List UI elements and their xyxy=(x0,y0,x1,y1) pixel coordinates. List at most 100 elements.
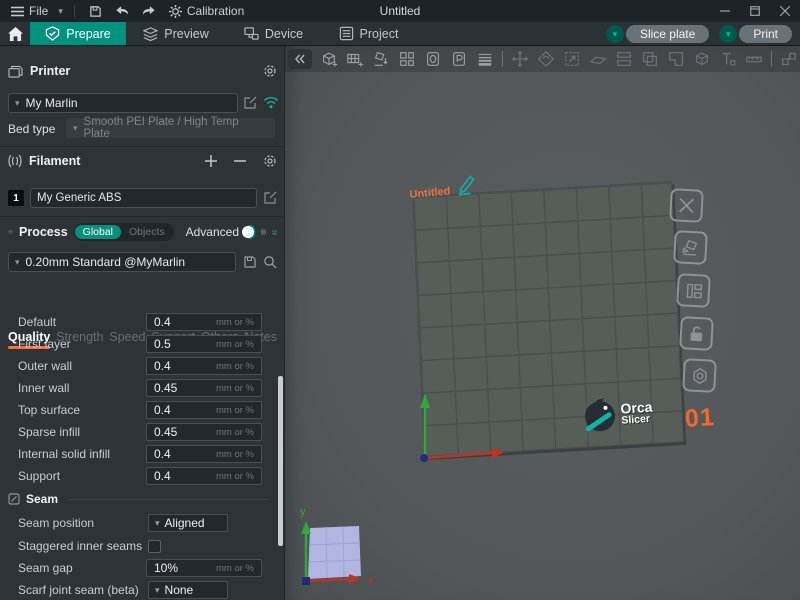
plate-settings-button[interactable] xyxy=(682,358,717,393)
save-preset-icon[interactable] xyxy=(243,255,257,269)
add-filament-icon[interactable] xyxy=(205,155,217,167)
printer-settings-gear-icon[interactable] xyxy=(263,64,277,78)
parameter-table-icon[interactable] xyxy=(261,225,266,239)
print-combo: ▾ Print xyxy=(719,25,792,43)
main-tabbar: Prepare Preview Device Project ▾ Slice p… xyxy=(0,22,800,46)
scarf-seam-select[interactable]: ▾None xyxy=(148,581,228,599)
scope-global-button[interactable]: Global xyxy=(75,225,121,239)
bed-type-select[interactable]: ▾Smooth PEI Plate / High Temp Plate xyxy=(66,118,275,138)
calibration-label: Calibration xyxy=(187,4,244,18)
param-label: Outer wall xyxy=(18,359,146,373)
file-menu[interactable]: File xyxy=(8,2,51,20)
seam-gap-input[interactable]: 10%mm or % xyxy=(146,559,262,577)
param-input[interactable]: 0.45mm or % xyxy=(146,379,262,397)
slice-plate-button[interactable]: Slice plate xyxy=(626,25,709,43)
mesh-boolean-icon[interactable] xyxy=(641,50,659,68)
close-button[interactable] xyxy=(770,0,800,22)
file-menu-chevron-icon[interactable]: ▾ xyxy=(58,6,63,17)
edit-printer-icon[interactable] xyxy=(243,96,257,110)
param-input[interactable]: 0.5mm or % xyxy=(146,335,262,353)
minimize-button[interactable] xyxy=(710,0,740,22)
printer-preset-select[interactable]: ▾My Marlin xyxy=(8,93,238,113)
filament-slot-badge[interactable]: 1 xyxy=(8,190,24,206)
tab-preview[interactable]: Preview xyxy=(126,22,226,45)
sidebar-scrollbar[interactable] xyxy=(278,376,283,546)
assembly-view-icon[interactable] xyxy=(780,50,798,68)
add-plate-icon[interactable] xyxy=(346,50,364,68)
titlebar: File ▾ Calibration Untitled xyxy=(0,0,800,22)
text-tool-icon[interactable] xyxy=(719,50,737,68)
scarf-seam-row: Scarf joint seam (beta) ▾None xyxy=(0,580,285,600)
param-input[interactable]: 0.45mm or % xyxy=(146,423,262,441)
advanced-toggle[interactable] xyxy=(245,225,255,239)
plate-axes xyxy=(405,392,505,467)
tab-device[interactable]: Device xyxy=(226,22,321,45)
variable-layer-height-icon[interactable] xyxy=(476,50,494,68)
add-object-icon[interactable] xyxy=(320,50,338,68)
home-button[interactable] xyxy=(0,22,30,45)
print-dropdown-chevron-icon[interactable]: ▾ xyxy=(719,25,737,43)
measure-icon[interactable] xyxy=(745,50,763,68)
param-input[interactable]: 0.4mm or % xyxy=(146,313,262,331)
remove-filament-icon[interactable] xyxy=(234,155,246,167)
sidebar: Printer ▾My Marlin Bed type ▾Smooth PEI … xyxy=(0,46,285,600)
param-value: 0.45 xyxy=(147,381,216,395)
param-input[interactable]: 0.4mm or % xyxy=(146,401,262,419)
plate-delete-all-button[interactable] xyxy=(669,188,704,223)
move-icon[interactable] xyxy=(511,50,529,68)
search-params-icon[interactable] xyxy=(263,255,277,269)
process-preset-select[interactable]: ▾0.20mm Standard @MyMarlin xyxy=(8,252,236,272)
maximize-button[interactable] xyxy=(740,0,770,22)
printer-connection-wifi-icon[interactable] xyxy=(263,96,279,109)
slice-plate-label: Slice plate xyxy=(640,27,695,41)
plate-name-settings-button[interactable] xyxy=(676,273,711,308)
cut-icon[interactable] xyxy=(615,50,633,68)
staggered-seams-checkbox[interactable] xyxy=(148,540,161,553)
plate-auto-orient-button[interactable] xyxy=(673,230,708,265)
delete-all-icon xyxy=(678,197,696,215)
undo-button[interactable] xyxy=(112,3,132,19)
print-button[interactable]: Print xyxy=(739,25,792,43)
redo-button[interactable] xyxy=(139,3,159,19)
seam-painting-icon[interactable] xyxy=(693,50,711,68)
viewport-3d[interactable]: Untitled Orca xyxy=(285,46,800,600)
param-value: 0.4 xyxy=(147,403,216,417)
orca-logo-icon xyxy=(582,396,619,436)
save-button[interactable] xyxy=(86,3,105,20)
scale-icon[interactable] xyxy=(563,50,581,68)
filament-preset-select[interactable]: My Generic ABS xyxy=(30,188,257,208)
tab-project[interactable]: Project xyxy=(321,22,416,45)
param-input[interactable]: 0.4mm or % xyxy=(146,357,262,375)
tab-prepare[interactable]: Prepare xyxy=(30,22,126,45)
filament-settings-gear-icon[interactable] xyxy=(263,154,277,168)
seam-position-select[interactable]: ▾Aligned xyxy=(148,514,228,532)
compare-presets-icon[interactable] xyxy=(272,226,277,239)
edit-filament-icon[interactable] xyxy=(263,191,277,205)
auto-orient-icon[interactable] xyxy=(372,50,390,68)
param-unit: mm or % xyxy=(216,471,261,482)
split-to-parts-icon[interactable] xyxy=(450,50,468,68)
filament-icon xyxy=(8,154,22,168)
preview-icon xyxy=(143,26,158,41)
param-input[interactable]: 0.4mm or % xyxy=(146,467,262,485)
plate-lock-button[interactable] xyxy=(679,316,714,351)
split-to-objects-icon[interactable] xyxy=(424,50,442,68)
file-menu-label: File xyxy=(29,4,48,18)
flatten-icon[interactable] xyxy=(589,50,607,68)
plate-thumbnail[interactable]: y x xyxy=(292,500,392,595)
process-section-header: Process Global Objects Advanced xyxy=(0,223,285,241)
arrange-icon[interactable] xyxy=(398,50,416,68)
tab-device-label: Device xyxy=(265,27,303,41)
slice-dropdown-chevron-icon[interactable]: ▾ xyxy=(606,25,624,43)
viewport-toolbar xyxy=(285,46,800,72)
param-input[interactable]: 0.4mm or % xyxy=(146,445,262,463)
scope-objects-button[interactable]: Objects xyxy=(121,225,173,239)
rotate-icon[interactable] xyxy=(537,50,555,68)
unlock-icon xyxy=(688,324,706,343)
seam-group-icon xyxy=(8,493,20,505)
support-painting-icon[interactable] xyxy=(667,50,685,68)
param-row: Internal solid infill0.4mm or % xyxy=(0,444,285,464)
calibration-button[interactable]: Calibration xyxy=(166,2,247,20)
param-unit: mm or % xyxy=(216,317,261,328)
collapse-sidebar-button[interactable] xyxy=(288,49,312,69)
